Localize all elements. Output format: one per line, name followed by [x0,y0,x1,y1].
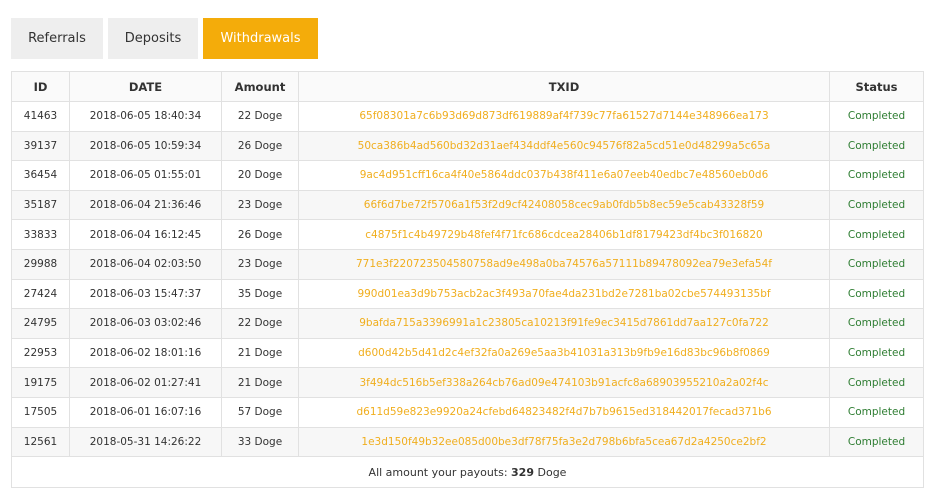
column-header-date: DATE [69,71,222,102]
cell-amount: 26 Doge [221,130,299,162]
cell-txid-link[interactable]: 771e3f220723504580758ad9e498a0ba74576a57… [298,248,830,280]
cell-id: 24795 [11,308,70,339]
cell-amount: 22 Doge [221,308,299,339]
cell-date: 2018-06-01 16:07:16 [69,396,222,428]
table-row: 24795 2018-06-03 03:02:46 22 Doge 9bafda715… [11,308,924,339]
cell-status: Completed [829,278,924,310]
cell-txid-link[interactable]: d611d59e823e9920a24cfebd64823482f4d7b7b9… [298,396,830,428]
cell-date: 2018-06-04 16:12:45 [69,219,222,250]
cell-status: Completed [829,189,924,221]
cell-id: 35187 [11,189,70,221]
table-body: 41463 2018-06-05 18:40:34 22 Doge 65f08301a… [11,101,924,458]
payouts-total-suffix: Doge [534,465,567,479]
cell-date: 2018-06-02 01:27:41 [69,367,222,398]
cell-txid-link[interactable]: c4875f1c4b49729b48fef4f71fc686cdcea28406… [298,219,830,250]
cell-txid-link[interactable]: 9bafda715a3396991a1c23805ca10213f91fe9ec… [298,308,830,339]
cell-date: 2018-06-02 18:01:16 [69,337,222,369]
cell-date: 2018-05-31 14:26:22 [69,426,222,458]
cell-date: 2018-06-04 21:36:46 [69,189,222,221]
cell-id: 17505 [11,396,70,428]
cell-amount: 23 Doge [221,189,299,221]
cell-status: Completed [829,337,924,369]
cell-txid-link[interactable]: 50ca386b4ad560bd32d31aef434ddf4e560c9457… [298,130,830,162]
payouts-total: All amount your payouts: 329 Doge [11,456,924,489]
tab-referrals[interactable]: Referrals [11,18,103,59]
cell-amount: 22 Doge [221,101,299,132]
table-row: 27424 2018-06-03 15:47:37 35 Doge 990d01ea3… [11,278,924,310]
cell-date: 2018-06-04 02:03:50 [69,248,222,280]
table-row: 19175 2018-06-02 01:27:41 21 Doge 3f494dc51… [11,367,924,398]
cell-status: Completed [829,426,924,458]
cell-txid-link[interactable]: 65f08301a7c6b93d69d873df619889af4f739c77… [298,101,830,132]
cell-txid-link[interactable]: 66f6d7be72f5706a1f53f2d9cf42408058cec9ab… [298,189,830,221]
cell-txid-link[interactable]: 990d01ea3d9b753acb2ac3f493a70fae4da231bd… [298,278,830,310]
tab-bar: Referrals Deposits Withdrawals [11,18,318,59]
cell-id: 39137 [11,130,70,162]
withdrawals-table: ID DATE Amount TXID Status 41463 2018-06-… [11,71,924,489]
table-header-row: ID DATE Amount TXID Status [11,71,924,102]
cell-id: 33833 [11,219,70,250]
table-row: 12561 2018-05-31 14:26:22 33 Doge 1e3d150f4… [11,426,924,458]
cell-amount: 35 Doge [221,278,299,310]
table-row: 33833 2018-06-04 16:12:45 26 Doge c4875f1c4… [11,219,924,250]
column-header-amount: Amount [221,71,299,102]
cell-status: Completed [829,308,924,339]
table-row: 17505 2018-06-01 16:07:16 57 Doge d611d59e8… [11,396,924,428]
cell-date: 2018-06-03 03:02:46 [69,308,222,339]
cell-status: Completed [829,160,924,191]
cell-amount: 57 Doge [221,396,299,428]
payouts-total-value: 329 [511,465,534,479]
cell-status: Completed [829,367,924,398]
cell-id: 19175 [11,367,70,398]
table-row: 29988 2018-06-04 02:03:50 23 Doge 771e3f220… [11,248,924,280]
cell-amount: 33 Doge [221,426,299,458]
cell-status: Completed [829,219,924,250]
cell-id: 27424 [11,278,70,310]
column-header-txid: TXID [298,71,830,102]
cell-id: 36454 [11,160,70,191]
tab-withdrawals[interactable]: Withdrawals [203,18,318,59]
cell-status: Completed [829,101,924,132]
cell-status: Completed [829,396,924,428]
cell-date: 2018-06-05 10:59:34 [69,130,222,162]
cell-amount: 21 Doge [221,367,299,398]
column-header-status: Status [829,71,924,102]
cell-amount: 23 Doge [221,248,299,280]
withdrawals-page: Referrals Deposits Withdrawals ID DATE A… [0,0,933,491]
cell-txid-link[interactable]: 9ac4d951cff16ca4f40e5864ddc037b438f411e6… [298,160,830,191]
cell-txid-link[interactable]: 1e3d150f49b32ee085d00be3df78f75fa3e2d798… [298,426,830,458]
cell-txid-link[interactable]: 3f494dc516b5ef338a264cb76ad09e474103b91a… [298,367,830,398]
cell-date: 2018-06-05 01:55:01 [69,160,222,191]
table-row: 36454 2018-06-05 01:55:01 20 Doge 9ac4d951c… [11,160,924,191]
cell-id: 12561 [11,426,70,458]
cell-date: 2018-06-03 15:47:37 [69,278,222,310]
table-row: 39137 2018-06-05 10:59:34 26 Doge 50ca386b4… [11,130,924,162]
cell-txid-link[interactable]: d600d42b5d41d2c4ef32fa0a269e5aa3b41031a3… [298,337,830,369]
table-footer-row: All amount your payouts: 329 Doge [11,456,924,489]
cell-amount: 21 Doge [221,337,299,369]
cell-amount: 26 Doge [221,219,299,250]
tab-deposits[interactable]: Deposits [108,18,198,59]
cell-date: 2018-06-05 18:40:34 [69,101,222,132]
cell-id: 41463 [11,101,70,132]
cell-status: Completed [829,130,924,162]
cell-status: Completed [829,248,924,280]
payouts-total-prefix: All amount your payouts: [368,465,512,479]
cell-id: 22953 [11,337,70,369]
cell-amount: 20 Doge [221,160,299,191]
table-row: 35187 2018-06-04 21:36:46 23 Doge 66f6d7be7… [11,189,924,221]
column-header-id: ID [11,71,70,102]
table-row: 22953 2018-06-02 18:01:16 21 Doge d600d42b5… [11,337,924,369]
cell-id: 29988 [11,248,70,280]
table-row: 41463 2018-06-05 18:40:34 22 Doge 65f08301a… [11,101,924,132]
